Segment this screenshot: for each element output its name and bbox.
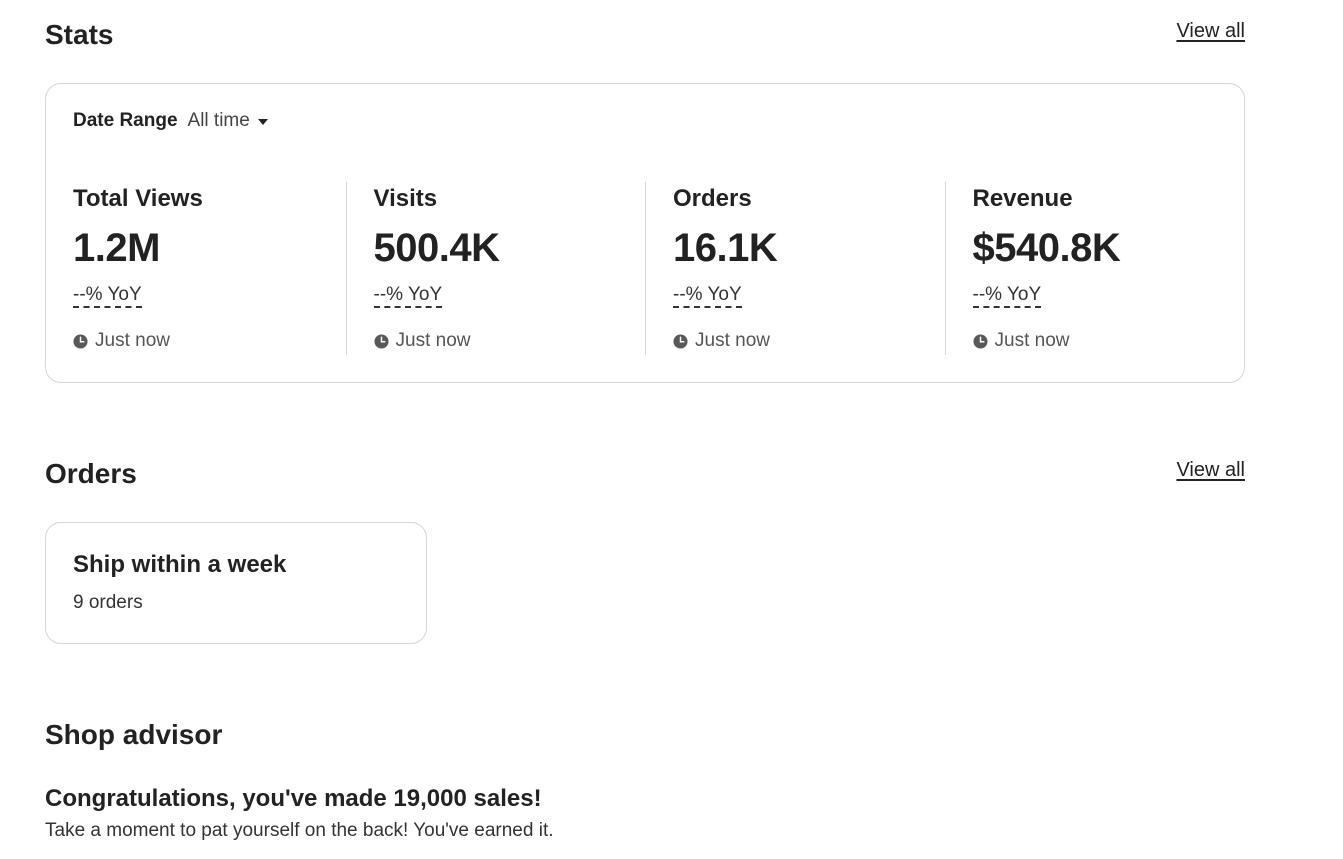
metric-updated-text: Just now [95, 330, 170, 351]
metric-name: Revenue [972, 185, 1073, 212]
metric-updated: Just now [73, 330, 170, 352]
orders-view-all-link[interactable]: View all [1176, 460, 1245, 480]
metric-updated: Just now [972, 330, 1070, 352]
orders-title: Orders [45, 458, 137, 489]
metric-yoy[interactable]: --% YoY [73, 284, 142, 308]
advisor-message-title: Congratulations, you've made 19,000 sale… [45, 785, 542, 812]
metric-orders: Orders 16.1K --% YoY Just now [645, 182, 945, 355]
metric-name: Orders [673, 185, 752, 212]
stats-card: Date Range All time Total Views 1.2M --%… [45, 83, 1245, 383]
metric-value: 500.4K [373, 226, 500, 270]
metric-value: 1.2M [73, 226, 160, 270]
stats-title: Stats [45, 19, 114, 50]
orders-header: Orders View all [45, 460, 1245, 500]
clock-icon [972, 333, 988, 349]
metric-total-views: Total Views 1.2M --% YoY Just now [46, 182, 346, 355]
metric-value: $540.8K [972, 226, 1121, 270]
metric-revenue: Revenue $540.8K --% YoY Just now [944, 182, 1245, 355]
date-range-value: All time [187, 110, 250, 131]
date-range-dropdown[interactable]: Date Range All time [73, 110, 268, 132]
orders-card-title: Ship within a week [73, 551, 287, 578]
metric-yoy[interactable]: --% YoY [673, 284, 742, 308]
advisor-message-text: Take a moment to pat yourself on the bac… [45, 820, 554, 841]
metric-yoy[interactable]: --% YoY [972, 284, 1042, 308]
metric-name: Total Views [73, 185, 203, 212]
metric-updated: Just now [673, 330, 770, 352]
shop-advisor-title: Shop advisor [45, 719, 223, 750]
clock-icon [73, 333, 88, 349]
caret-down-icon [257, 119, 268, 125]
stats-header: Stats View all [45, 21, 1245, 61]
clock-icon [373, 333, 389, 349]
orders-card-count: 9 orders [73, 592, 143, 613]
metric-visits: Visits 500.4K --% YoY Just now [345, 182, 646, 355]
metrics-row: Total Views 1.2M --% YoY Just now Visits… [46, 182, 1244, 355]
stats-view-all-link[interactable]: View all [1176, 21, 1245, 41]
metric-updated-text: Just now [395, 330, 471, 351]
ship-within-week-card[interactable]: Ship within a week 9 orders [45, 522, 427, 644]
metric-updated: Just now [373, 330, 471, 352]
clock-icon [673, 333, 688, 349]
metric-updated-text: Just now [994, 330, 1070, 351]
metric-yoy[interactable]: --% YoY [373, 284, 443, 308]
date-range-label: Date Range [73, 110, 178, 131]
metric-updated-text: Just now [695, 330, 770, 351]
metric-name: Visits [373, 185, 438, 212]
metric-value: 16.1K [673, 226, 778, 270]
